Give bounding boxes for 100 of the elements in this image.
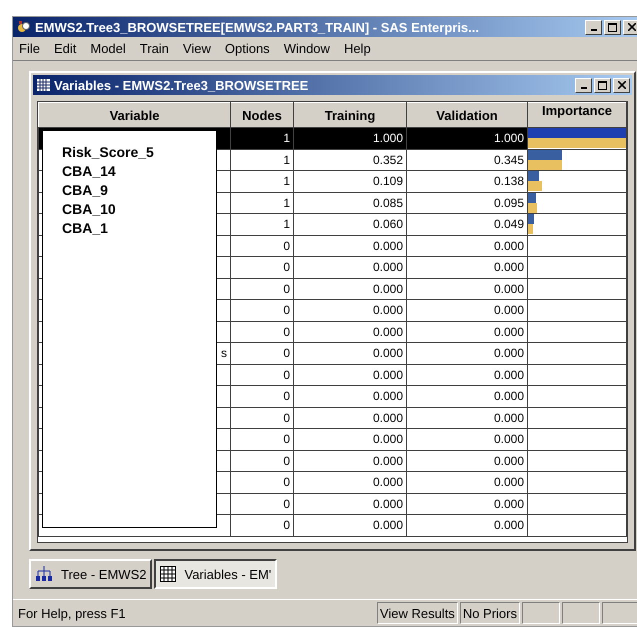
column-header[interactable]: Validation [406, 102, 528, 128]
variable-name: CBA_10 [62, 200, 116, 219]
table-cell: 0 [283, 410, 290, 425]
table-cell: 0.000 [494, 432, 524, 446]
status-panel [522, 602, 560, 624]
table-cell: 0.095 [494, 196, 524, 210]
table-cell: 0.000 [494, 238, 524, 253]
column-header[interactable]: Importance [528, 102, 626, 128]
window-tab[interactable]: Variables - EM' [154, 559, 278, 589]
status-panel [602, 602, 637, 624]
table-cell: 0 [283, 432, 290, 446]
menu-item[interactable]: Model [90, 41, 126, 56]
menu-item[interactable]: View [182, 41, 211, 56]
table-cell: 0 [283, 368, 290, 382]
table-cell: 0.000 [494, 496, 524, 511]
table-cell: 0.000 [494, 324, 524, 339]
table-cell: 0.109 [372, 174, 403, 188]
table-cell: 0.000 [372, 475, 403, 490]
table-cell: 0.000 [494, 454, 524, 468]
table-cell: 0 [283, 496, 290, 511]
table-cell: 0.000 [494, 346, 524, 360]
maximize-icon [598, 80, 607, 90]
table-cell: 0.000 [372, 454, 403, 468]
table-cell: 0.000 [372, 368, 403, 382]
grid-icon [37, 79, 50, 91]
table-cell: 0.345 [494, 152, 524, 167]
table-cell: 0.352 [372, 152, 403, 167]
table-cell: 1.000 [372, 131, 403, 146]
table-cell: 0 [283, 454, 290, 468]
table-cell: 0.049 [494, 217, 524, 232]
menu-item[interactable]: Edit [54, 41, 76, 56]
close-icon [618, 81, 626, 89]
app-icon [17, 20, 31, 34]
table-cell: 0.060 [372, 217, 403, 232]
table-cell: 0.000 [372, 324, 403, 339]
table-cell: 0 [283, 282, 290, 296]
table-cell: 0 [283, 518, 290, 532]
maximize-button[interactable] [594, 78, 611, 92]
table-cell: 0.000 [372, 389, 403, 404]
variable-name: CBA_1 [62, 219, 108, 238]
table-cell: 0.000 [494, 518, 524, 532]
column-header[interactable]: Nodes [230, 102, 294, 128]
variable-name: CBA_9 [62, 181, 108, 200]
menu-item[interactable]: File [19, 41, 40, 56]
minimize-button[interactable] [575, 78, 592, 92]
column-header[interactable]: Training [294, 102, 406, 128]
table-cell: 0 [283, 238, 290, 253]
close-button[interactable] [613, 78, 630, 92]
column-header[interactable]: Variable [38, 102, 230, 128]
status-panel [562, 602, 600, 624]
table-cell: 0.000 [372, 410, 403, 425]
table-cell: 0.000 [494, 282, 524, 296]
table-cell: 0 [283, 260, 290, 274]
table-cell: 0.000 [372, 282, 403, 296]
menu-item[interactable]: Window [284, 41, 330, 56]
table-cell: 0.000 [494, 389, 524, 404]
tree-icon [35, 566, 53, 582]
window-title: EMWS2.Tree3_BROWSETREE[EMWS2.PART3_TRAIN] - SAS Enterpris... [35, 20, 480, 34]
table-cell: 0.000 [494, 260, 524, 274]
status-panel: No Priors [460, 602, 520, 624]
status-message: For Help, press F1 [17, 604, 127, 623]
table-cell: 0.000 [494, 303, 524, 318]
table-cell: 0 [283, 303, 290, 318]
minimize-button[interactable] [585, 20, 602, 34]
table-cell: 1.000 [494, 131, 524, 146]
table-cell: 0.000 [494, 368, 524, 382]
table-cell: 0 [283, 389, 290, 404]
table-cell: s [221, 346, 227, 360]
grid-icon [160, 566, 176, 582]
table-cell: 0.000 [372, 432, 403, 446]
maximize-button[interactable] [604, 20, 621, 34]
table-cell: 1 [283, 196, 290, 210]
table-cell: 0.085 [372, 196, 403, 210]
variable-name: Risk_Score_5 [62, 143, 154, 162]
table-cell: 1 [283, 152, 290, 167]
child-window-title: Variables - EMWS2.Tree3_BROWSETREE [54, 78, 310, 92]
table-cell: 0.000 [372, 238, 403, 253]
table-cell: 0.000 [372, 496, 403, 511]
table-cell: 0 [283, 324, 290, 339]
table-cell: 1 [283, 174, 290, 188]
table-cell: 1 [283, 131, 290, 146]
table-cell: 0 [283, 346, 290, 360]
variable-name: CBA_14 [62, 162, 116, 181]
menu-item[interactable]: Help [344, 41, 371, 56]
table-cell: 0.000 [494, 475, 524, 490]
window-tab[interactable]: Tree - EMWS2 [29, 559, 152, 589]
table-cell: 0.000 [372, 303, 403, 318]
table-cell: 0.000 [372, 346, 403, 360]
menu-item[interactable]: Train [140, 41, 169, 56]
menu-item[interactable]: Options [224, 41, 270, 56]
table-cell: 0.000 [372, 260, 403, 274]
table-cell: 0 [283, 475, 290, 490]
close-button[interactable] [623, 20, 637, 34]
maximize-icon [608, 22, 617, 32]
table-cell: 1 [283, 217, 290, 232]
table-cell: 0.138 [494, 174, 524, 188]
status-panel: View Results [376, 602, 458, 624]
close-icon [628, 23, 636, 31]
table-cell: 0.000 [494, 410, 524, 425]
table-cell: 0.000 [372, 518, 403, 532]
